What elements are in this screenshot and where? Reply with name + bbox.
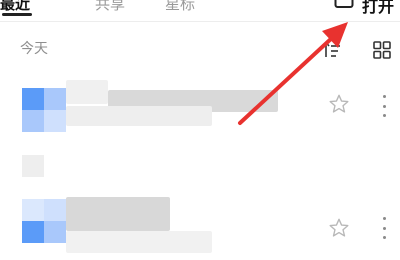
file-name-blurred	[66, 80, 108, 104]
file-meta-blurred	[66, 106, 212, 126]
grid-view-icon[interactable]	[372, 40, 392, 60]
section-title-today: 今天	[20, 41, 48, 57]
file-thumbnail	[22, 199, 66, 243]
open-button-label: 打开	[361, 0, 394, 16]
sort-filter-icon[interactable]	[322, 40, 342, 60]
tab-shared[interactable]: 共享	[95, 0, 125, 14]
tab-active-indicator	[2, 13, 32, 16]
tabs-divider	[0, 21, 400, 22]
file-row[interactable]	[0, 195, 400, 255]
more-options-icon[interactable]	[381, 217, 387, 239]
tab-starred[interactable]: 星标	[165, 0, 195, 14]
file-row[interactable]	[0, 80, 400, 140]
folder-icon	[334, 0, 354, 8]
open-button[interactable]: 打开	[334, 0, 394, 16]
file-thumbnail	[22, 88, 66, 132]
file-name-blurred	[66, 197, 170, 231]
file-meta-blurred	[66, 231, 212, 253]
star-icon[interactable]	[328, 217, 350, 239]
blurred-fragment	[22, 155, 44, 177]
tab-recent[interactable]: 最近	[0, 0, 30, 14]
more-options-icon[interactable]	[381, 95, 387, 117]
star-icon[interactable]	[328, 93, 350, 115]
